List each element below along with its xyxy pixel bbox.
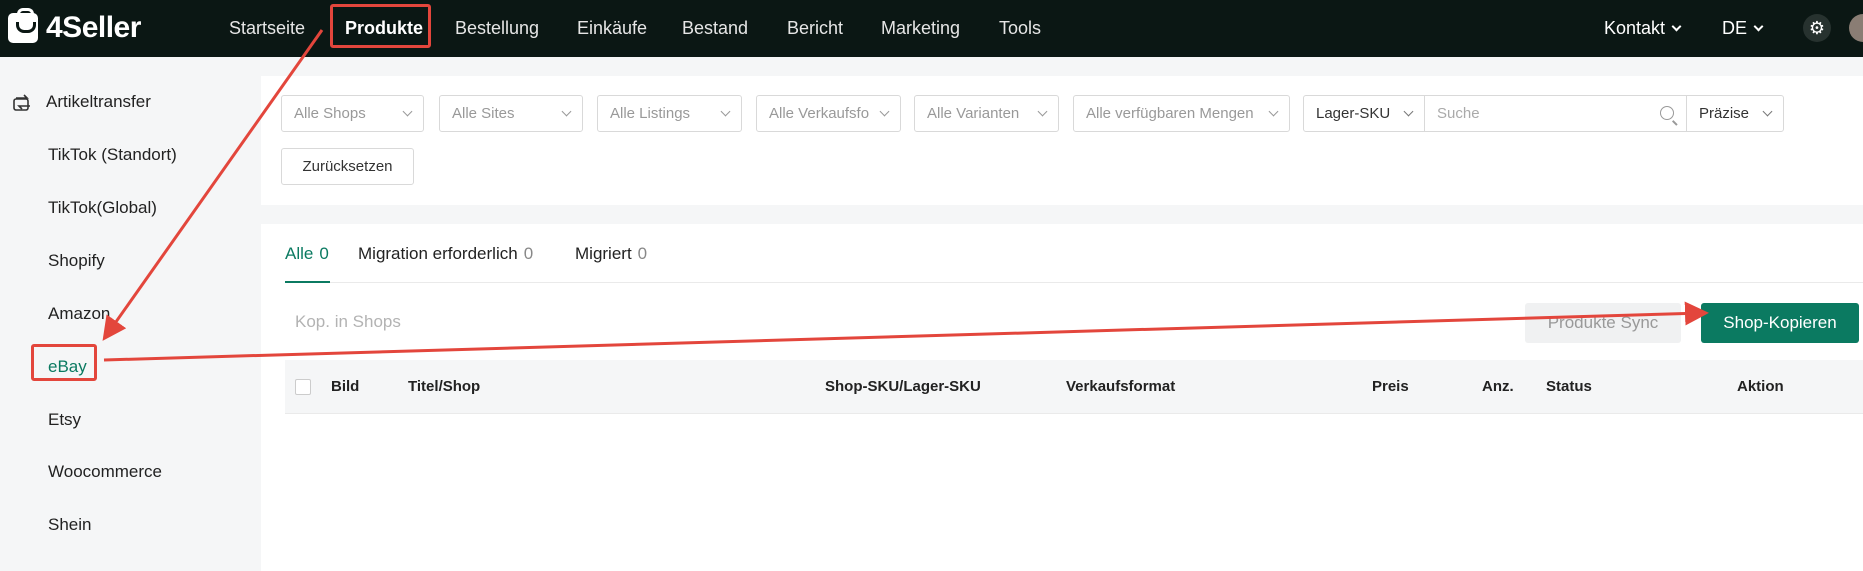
arrow-to-shop-copy	[103, 301, 1709, 362]
annotation-arrows	[102, 29, 1709, 362]
arrow-to-ebay	[102, 29, 324, 341]
